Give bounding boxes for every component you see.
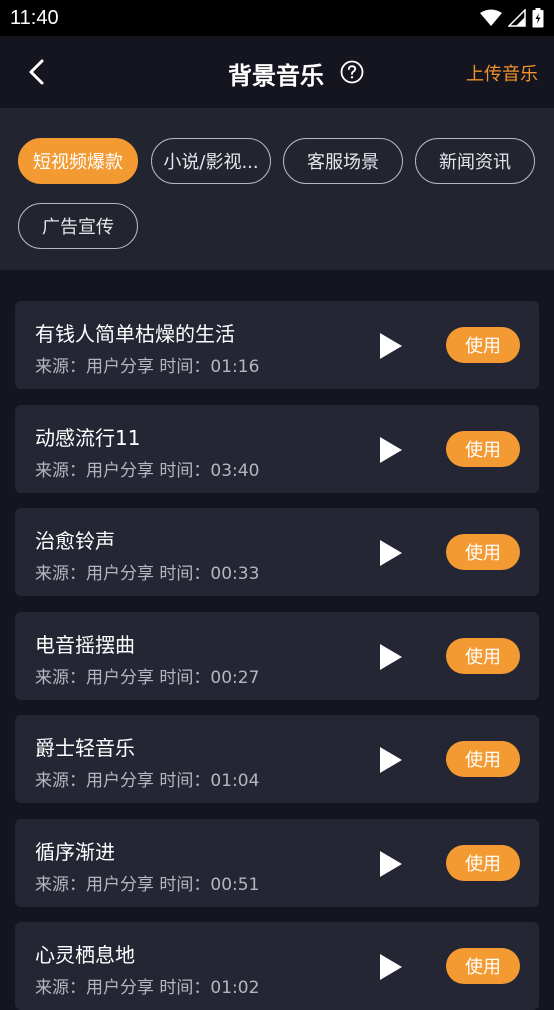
chip-label: 客服场景 xyxy=(307,152,379,173)
music-meta: 来源：用户分享 时间：00:27 xyxy=(35,667,260,688)
music-title: 电音摇摆曲 xyxy=(35,632,135,657)
use-button[interactable]: 使用 xyxy=(446,327,520,363)
status-icons xyxy=(480,8,544,28)
category-filter-panel: 短视频爆款 小说/影视... 客服场景 新闻资讯 广告宣传 xyxy=(0,108,554,270)
music-title: 有钱人简单枯燥的生活 xyxy=(35,322,235,346)
app-bar: 背景音乐 上传音乐 xyxy=(0,36,554,108)
question-circle-icon xyxy=(340,60,364,84)
music-item[interactable]: 动感流行11 来源：用户分享 时间：03:40 使用 xyxy=(15,404,539,493)
upload-music-link[interactable]: 上传音乐 xyxy=(466,60,538,86)
wifi-icon xyxy=(480,9,502,26)
chip-label: 新闻资讯 xyxy=(439,152,511,173)
music-meta: 来源：用户分享 时间：00:51 xyxy=(35,874,260,895)
music-title: 动感流行11 xyxy=(35,425,141,450)
category-chip-novel-film[interactable]: 小说/影视... xyxy=(151,138,271,184)
use-button[interactable]: 使用 xyxy=(446,948,520,984)
music-title: 循序渐进 xyxy=(35,839,115,864)
signal-icon xyxy=(508,9,526,27)
page-title: 背景音乐 xyxy=(228,62,324,90)
category-chip-short-video[interactable]: 短视频爆款 xyxy=(18,138,138,184)
play-icon[interactable] xyxy=(375,331,405,361)
music-item[interactable]: 有钱人简单枯燥的生活 来源：用户分享 时间：01:16 使用 xyxy=(15,301,539,389)
chip-label: 短视频爆款 xyxy=(33,152,123,173)
music-item[interactable]: 治愈铃声 来源：用户分享 时间：00:33 使用 xyxy=(15,508,539,596)
music-item[interactable]: 爵士轻音乐 来源：用户分享 时间：01:04 使用 xyxy=(15,715,539,803)
use-button[interactable]: 使用 xyxy=(446,844,520,881)
battery-icon xyxy=(532,8,544,28)
music-item[interactable]: 电音摇摆曲 来源：用户分享 时间：00:27 使用 xyxy=(15,611,539,700)
music-meta: 来源：用户分享 时间：01:16 xyxy=(35,357,260,377)
status-time: 11:40 xyxy=(10,7,59,29)
use-button[interactable]: 使用 xyxy=(446,534,520,570)
back-button[interactable] xyxy=(20,54,56,90)
music-meta: 来源：用户分享 时间：01:04 xyxy=(35,771,260,791)
play-icon[interactable] xyxy=(375,952,405,982)
chip-label: 小说/影视... xyxy=(163,152,259,173)
music-title: 治愈铃声 xyxy=(35,529,115,553)
chip-label: 广告宣传 xyxy=(42,217,114,238)
music-title: 爵士轻音乐 xyxy=(35,736,135,760)
use-button[interactable]: 使用 xyxy=(446,430,520,467)
chevron-left-icon xyxy=(29,59,44,85)
play-icon[interactable] xyxy=(375,745,405,775)
music-meta: 来源：用户分享 时间：01:02 xyxy=(35,978,260,998)
use-button[interactable]: 使用 xyxy=(446,741,520,777)
play-icon[interactable] xyxy=(375,642,405,672)
music-meta: 来源：用户分享 时间：00:33 xyxy=(35,564,260,584)
use-button[interactable]: 使用 xyxy=(446,637,520,674)
music-item[interactable]: 循序渐进 来源：用户分享 时间：00:51 使用 xyxy=(15,818,539,907)
play-icon[interactable] xyxy=(375,849,405,879)
category-chip-news[interactable]: 新闻资讯 xyxy=(415,138,535,184)
help-button[interactable] xyxy=(340,60,364,84)
music-title: 心灵栖息地 xyxy=(35,943,135,967)
music-meta: 来源：用户分享 时间：03:40 xyxy=(35,460,260,481)
play-icon[interactable] xyxy=(375,538,405,568)
category-chip-customer-service[interactable]: 客服场景 xyxy=(283,138,403,184)
music-item[interactable]: 心灵栖息地 来源：用户分享 时间：01:02 使用 xyxy=(15,922,539,1010)
category-chip-advertising[interactable]: 广告宣传 xyxy=(18,203,138,249)
status-bar: 11:40 xyxy=(0,0,554,36)
play-icon[interactable] xyxy=(375,435,405,465)
